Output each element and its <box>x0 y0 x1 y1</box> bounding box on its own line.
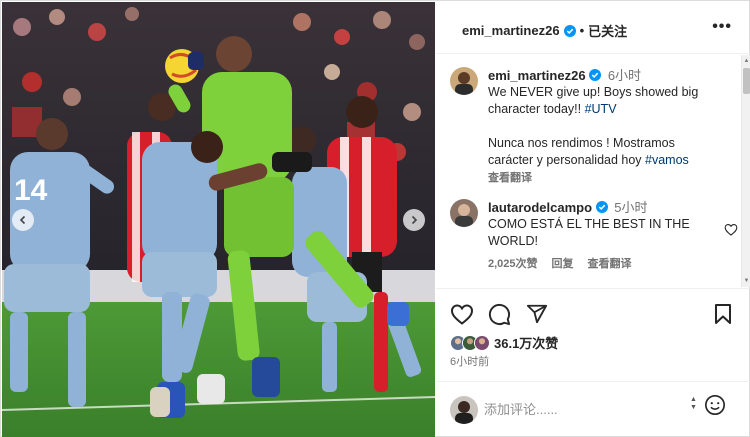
scroll-down-arrow[interactable]: ▼ <box>743 277 750 285</box>
avatar[interactable] <box>450 67 478 95</box>
post-actions: 36.1万次赞 6小时前 ▲▼ <box>436 288 750 437</box>
match-photo: 14 <box>2 2 435 437</box>
see-translation-link[interactable]: 查看翻译 <box>588 256 632 273</box>
likes-summary[interactable]: 36.1万次赞 <box>450 333 558 352</box>
comment-username[interactable]: emi_martinez26 <box>488 68 586 83</box>
scroll-up-arrow[interactable]: ▲ <box>743 57 750 65</box>
comment-like-button[interactable] <box>724 223 738 241</box>
verified-icon <box>563 24 576 37</box>
post-dialog: 14 emi_martinez26 • 已关注 ••• emi_martinez… <box>0 0 750 437</box>
comment-text: COMO ESTÁ EL THE BEST IN THE <box>488 217 690 231</box>
add-comment-bar: ▲▼ <box>436 381 750 437</box>
arrow-right-icon <box>411 215 418 225</box>
comment-time: 5小时 <box>614 200 648 215</box>
caption-comment: emi_martinez26 6小时 We NEVER give up! Boy… <box>450 67 738 197</box>
comment-text: WORLD! <box>488 234 538 248</box>
comment-time: 6小时 <box>607 68 642 83</box>
bookmark-icon <box>715 304 731 324</box>
caption-line: character today!! #UTV <box>488 102 617 116</box>
emoji-icon <box>705 395 725 415</box>
author-username[interactable]: emi_martinez26 <box>462 23 560 38</box>
post-timestamp: 6小时前 <box>450 356 490 368</box>
separator-dot: • <box>579 23 585 38</box>
comment-icon <box>488 303 511 326</box>
hashtag-link[interactable]: #vamos <box>645 153 689 167</box>
share-button[interactable] <box>526 303 548 330</box>
comment-likes[interactable]: 2,025次赞 <box>488 256 538 273</box>
comment-input[interactable] <box>484 402 654 417</box>
next-photo-button[interactable] <box>403 209 425 231</box>
save-button[interactable] <box>714 303 732 330</box>
avatar <box>474 334 490 351</box>
scroll-thumb[interactable] <box>743 68 750 94</box>
emoji-button[interactable] <box>704 394 726 421</box>
heart-icon <box>724 224 738 236</box>
comments-scrollbar[interactable]: ▲ ▼ <box>741 55 750 287</box>
verified-icon <box>595 201 608 213</box>
see-translation-link[interactable]: 查看翻译 <box>488 170 532 187</box>
comment-item: lautarodelcampo 5小时 COMO ESTÁ EL THE BES… <box>450 199 738 279</box>
input-resize-stepper[interactable]: ▲ ▼ <box>690 396 697 412</box>
jersey-number: 14 <box>14 174 48 207</box>
avatar[interactable] <box>450 199 478 227</box>
comment-button[interactable] <box>488 303 511 331</box>
reply-button[interactable]: 回复 <box>552 256 574 273</box>
comment-username[interactable]: lautarodelcampo <box>488 200 592 215</box>
following-button[interactable]: 已关注 <box>588 21 627 40</box>
post-author: emi_martinez26 • 已关注 <box>462 21 627 40</box>
more-options-button[interactable]: ••• <box>712 18 732 35</box>
heart-icon <box>450 304 474 325</box>
more-icon: ••• <box>712 18 732 35</box>
verified-icon <box>589 69 602 81</box>
hashtag-link[interactable]: #UTV <box>585 102 617 116</box>
share-icon <box>526 304 548 324</box>
caption-line: We NEVER give up! Boys showed big <box>488 85 699 99</box>
like-button[interactable] <box>450 303 474 330</box>
post-header: emi_martinez26 • 已关注 ••• <box>436 2 750 54</box>
post-side-panel: emi_martinez26 • 已关注 ••• emi_martinez26 <box>436 2 750 437</box>
caption-line: carácter y personalidad hoy #vamos <box>488 153 689 167</box>
prev-photo-button[interactable] <box>12 209 34 231</box>
caption-line: Nunca nos rendimos ! Mostramos <box>488 136 675 150</box>
post-photo[interactable]: 14 <box>2 2 435 437</box>
avatar <box>450 396 478 424</box>
comments-list[interactable]: emi_martinez26 6小时 We NEVER give up! Boy… <box>436 55 741 287</box>
arrow-left-icon <box>19 215 26 225</box>
likes-count[interactable]: 36.1万次赞 <box>494 333 558 352</box>
